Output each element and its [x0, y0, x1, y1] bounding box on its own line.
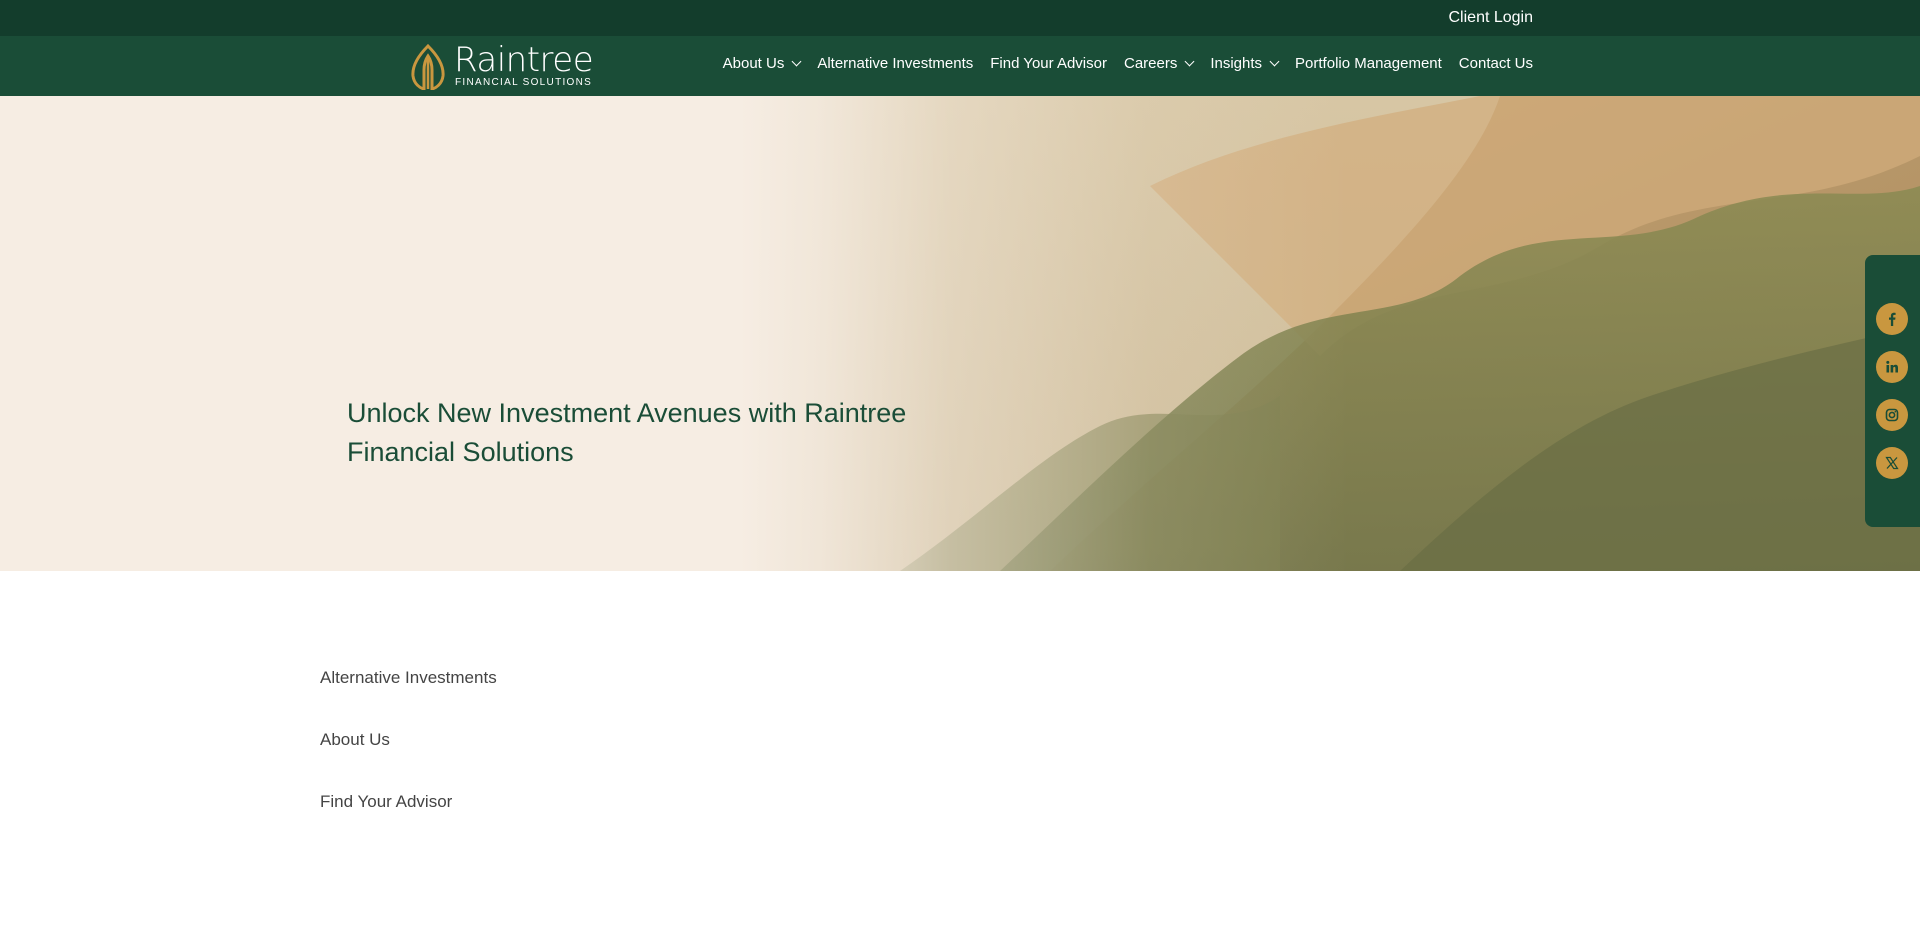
quick-link-find-your-advisor[interactable]: Find Your Advisor [320, 792, 497, 811]
linkedin-icon[interactable] [1876, 351, 1908, 383]
hero-gradient-overlay [0, 96, 1920, 571]
nav-item-label: Alternative Investments [817, 55, 974, 72]
quick-links-list: Alternative Investments About Us Find Yo… [320, 668, 497, 854]
social-sidebar [1865, 255, 1920, 527]
logo-tagline: FINANCIAL SOLUTIONS [455, 77, 593, 88]
nav-item-label: Portfolio Management [1295, 55, 1442, 72]
client-login-link[interactable]: Client Login [1449, 9, 1534, 27]
primary-nav: About Us Alternative Investments Find Yo… [723, 55, 1533, 72]
x-icon[interactable] [1876, 447, 1908, 479]
hero-banner: Unlock New Investment Avenues with Raint… [0, 96, 1920, 571]
nav-item-label: Careers [1123, 55, 1178, 72]
instagram-icon[interactable] [1876, 399, 1908, 431]
nav-item-contact-us[interactable]: Contact Us [1459, 55, 1533, 72]
chevron-down-icon [1184, 56, 1195, 67]
chevron-down-icon [1269, 56, 1280, 67]
nav-item-portfolio-management[interactable]: Portfolio Management [1295, 55, 1442, 72]
nav-item-about-us[interactable]: About Us [722, 55, 802, 72]
nav-item-label: Contact Us [1458, 55, 1533, 72]
quick-link-about-us[interactable]: About Us [320, 730, 497, 749]
nav-item-careers[interactable]: Careers [1123, 55, 1195, 72]
quick-link-alternative-investments[interactable]: Alternative Investments [320, 668, 497, 687]
main-navigation-bar: Raintree FINANCIAL SOLUTIONS About Us Al… [0, 36, 1920, 96]
chevron-down-icon [791, 56, 802, 67]
nav-item-alternative-investments[interactable]: Alternative Investments [817, 55, 973, 72]
nav-item-find-your-advisor[interactable]: Find Your Advisor [990, 55, 1107, 72]
leaf-logo-icon [411, 44, 445, 90]
facebook-icon[interactable] [1876, 303, 1908, 335]
hero-heading: Unlock New Investment Avenues with Raint… [347, 398, 907, 467]
nav-item-label: Find Your Advisor [990, 55, 1107, 72]
nav-item-label: Insights [1210, 55, 1263, 72]
top-utility-bar: Client Login [0, 0, 1920, 36]
nav-item-insights[interactable]: Insights [1210, 55, 1280, 72]
logo-wordmark: Raintree [454, 40, 594, 80]
raintree-logo[interactable]: Raintree FINANCIAL SOLUTIONS [408, 42, 598, 90]
nav-item-label: About Us [722, 55, 785, 72]
